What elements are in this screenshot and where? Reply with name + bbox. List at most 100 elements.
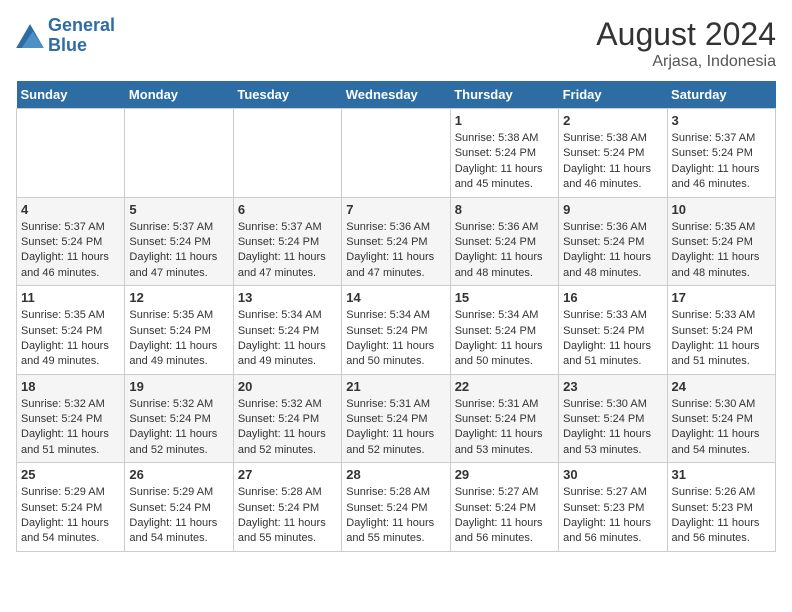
day-number: 28 bbox=[346, 467, 445, 482]
day-of-week-header: Wednesday bbox=[342, 81, 450, 109]
day-of-week-header: Friday bbox=[559, 81, 667, 109]
calendar-title: August 2024 bbox=[596, 16, 776, 53]
day-info: Sunrise: 5:34 AMSunset: 5:24 PMDaylight:… bbox=[346, 308, 445, 370]
calendar-week-row: 18 Sunrise: 5:32 AMSunset: 5:24 PMDayligh… bbox=[17, 374, 776, 463]
day-of-week-header: Tuesday bbox=[233, 81, 341, 109]
day-of-week-header: Thursday bbox=[450, 81, 558, 109]
day-number: 8 bbox=[455, 202, 554, 217]
calendar-day-cell: 21Sunrise: 5:31 AMSunset: 5:24 PMDayligh… bbox=[342, 374, 450, 463]
day-info: Sunrise: 5:33 AMSunset: 5:24 PMDaylight:… bbox=[563, 308, 662, 370]
day-info: Sunrise: 5:38 AMSunset: 5:24 PMDaylight:… bbox=[455, 131, 554, 193]
logo: General Blue bbox=[16, 16, 115, 56]
day-of-week-header: Saturday bbox=[667, 81, 775, 109]
calendar-day-cell: 8Sunrise: 5:36 AMSunset: 5:24 PMDaylight… bbox=[450, 197, 558, 286]
logo-text: General Blue bbox=[48, 16, 115, 56]
day-number: 4 bbox=[21, 202, 120, 217]
day-number: 7 bbox=[346, 202, 445, 217]
calendar-day-cell: 9 Sunrise: 5:36 AMSunset: 5:24 PMDaylight… bbox=[559, 197, 667, 286]
day-info: Sunrise: 5:31 AMSunset: 5:24 PMDaylight:… bbox=[455, 397, 554, 459]
day-number: 23 bbox=[563, 379, 662, 394]
day-number: 9 bbox=[563, 202, 662, 217]
calendar-table: SundayMondayTuesdayWednesdayThursdayFrid… bbox=[16, 81, 776, 552]
day-number: 16 bbox=[563, 290, 662, 305]
day-info: Sunrise: 5:37 AMSunset: 5:24 PMDaylight:… bbox=[672, 131, 771, 193]
calendar-day-cell: 19 Sunrise: 5:32 AMSunset: 5:24 PMDayligh… bbox=[125, 374, 233, 463]
logo-icon bbox=[16, 24, 44, 48]
calendar-week-row: 11 Sunrise: 5:35 AMSunset: 5:24 PMDayligh… bbox=[17, 286, 776, 375]
day-info: Sunrise: 5:38 AMSunset: 5:24 PMDaylight:… bbox=[563, 131, 662, 193]
day-info: Sunrise: 5:27 AMSunset: 5:24 PMDaylight:… bbox=[455, 485, 554, 547]
calendar-day-cell: 12 Sunrise: 5:35 AMSunset: 5:24 PMDayligh… bbox=[125, 286, 233, 375]
day-of-week-header: Sunday bbox=[17, 81, 125, 109]
day-number: 14 bbox=[346, 290, 445, 305]
calendar-day-cell bbox=[17, 109, 125, 198]
day-number: 22 bbox=[455, 379, 554, 394]
calendar-day-cell: 24 Sunrise: 5:30 AMSunset: 5:24 PMDayligh… bbox=[667, 374, 775, 463]
day-info: Sunrise: 5:28 AMSunset: 5:24 PMDaylight:… bbox=[238, 485, 337, 547]
day-info: Sunrise: 5:33 AMSunset: 5:24 PMDaylight:… bbox=[672, 308, 771, 370]
day-number: 21 bbox=[346, 379, 445, 394]
day-number: 31 bbox=[672, 467, 771, 482]
calendar-day-cell: 17Sunrise: 5:33 AMSunset: 5:24 PMDayligh… bbox=[667, 286, 775, 375]
calendar-day-cell bbox=[233, 109, 341, 198]
calendar-day-cell: 16 Sunrise: 5:33 AMSunset: 5:24 PMDayligh… bbox=[559, 286, 667, 375]
day-info: Sunrise: 5:36 AMSunset: 5:24 PMDaylight:… bbox=[346, 220, 445, 282]
day-number: 18 bbox=[21, 379, 120, 394]
day-number: 12 bbox=[129, 290, 228, 305]
day-info: Sunrise: 5:37 AMSunset: 5:24 PMDaylight:… bbox=[21, 220, 120, 282]
calendar-day-cell: 25 Sunrise: 5:29 AMSunset: 5:24 PMDayligh… bbox=[17, 463, 125, 552]
calendar-day-cell: 27 Sunrise: 5:28 AMSunset: 5:24 PMDayligh… bbox=[233, 463, 341, 552]
day-info: Sunrise: 5:30 AMSunset: 5:24 PMDaylight:… bbox=[563, 397, 662, 459]
day-number: 2 bbox=[563, 113, 662, 128]
day-info: Sunrise: 5:32 AMSunset: 5:24 PMDaylight:… bbox=[129, 397, 228, 459]
calendar-day-cell: 13Sunrise: 5:34 AMSunset: 5:24 PMDayligh… bbox=[233, 286, 341, 375]
day-number: 24 bbox=[672, 379, 771, 394]
day-number: 27 bbox=[238, 467, 337, 482]
day-info: Sunrise: 5:32 AMSunset: 5:24 PMDaylight:… bbox=[238, 397, 337, 459]
day-info: Sunrise: 5:30 AMSunset: 5:24 PMDaylight:… bbox=[672, 397, 771, 459]
calendar-day-cell: 4 Sunrise: 5:37 AMSunset: 5:24 PMDaylight… bbox=[17, 197, 125, 286]
day-number: 10 bbox=[672, 202, 771, 217]
calendar-day-cell: 31Sunrise: 5:26 AMSunset: 5:23 PMDayligh… bbox=[667, 463, 775, 552]
calendar-day-cell: 7 Sunrise: 5:36 AMSunset: 5:24 PMDaylight… bbox=[342, 197, 450, 286]
calendar-day-cell: 18 Sunrise: 5:32 AMSunset: 5:24 PMDayligh… bbox=[17, 374, 125, 463]
day-info: Sunrise: 5:29 AMSunset: 5:24 PMDaylight:… bbox=[129, 485, 228, 547]
day-number: 11 bbox=[21, 290, 120, 305]
page-header: General Blue August 2024 Arjasa, Indones… bbox=[16, 16, 776, 71]
calendar-day-cell: 30 Sunrise: 5:27 AMSunset: 5:23 PMDayligh… bbox=[559, 463, 667, 552]
day-info: Sunrise: 5:35 AMSunset: 5:24 PMDaylight:… bbox=[21, 308, 120, 370]
calendar-day-cell: 22 Sunrise: 5:31 AMSunset: 5:24 PMDayligh… bbox=[450, 374, 558, 463]
calendar-day-cell: 10 Sunrise: 5:35 AMSunset: 5:24 PMDayligh… bbox=[667, 197, 775, 286]
calendar-body: 1 Sunrise: 5:38 AMSunset: 5:24 PMDaylight… bbox=[17, 109, 776, 552]
day-number: 29 bbox=[455, 467, 554, 482]
day-info: Sunrise: 5:37 AMSunset: 5:24 PMDaylight:… bbox=[129, 220, 228, 282]
day-number: 19 bbox=[129, 379, 228, 394]
logo-line2: Blue bbox=[48, 35, 87, 55]
calendar-header: SundayMondayTuesdayWednesdayThursdayFrid… bbox=[17, 81, 776, 109]
day-info: Sunrise: 5:29 AMSunset: 5:24 PMDaylight:… bbox=[21, 485, 120, 547]
day-number: 13 bbox=[238, 290, 337, 305]
day-number: 6 bbox=[238, 202, 337, 217]
day-number: 5 bbox=[129, 202, 228, 217]
calendar-day-cell: 3Sunrise: 5:37 AMSunset: 5:24 PMDaylight… bbox=[667, 109, 775, 198]
day-info: Sunrise: 5:34 AMSunset: 5:24 PMDaylight:… bbox=[455, 308, 554, 370]
day-info: Sunrise: 5:36 AMSunset: 5:24 PMDaylight:… bbox=[563, 220, 662, 282]
days-of-week-row: SundayMondayTuesdayWednesdayThursdayFrid… bbox=[17, 81, 776, 109]
calendar-day-cell: 15Sunrise: 5:34 AMSunset: 5:24 PMDayligh… bbox=[450, 286, 558, 375]
day-of-week-header: Monday bbox=[125, 81, 233, 109]
day-info: Sunrise: 5:35 AMSunset: 5:24 PMDaylight:… bbox=[129, 308, 228, 370]
day-info: Sunrise: 5:35 AMSunset: 5:24 PMDaylight:… bbox=[672, 220, 771, 282]
logo-line1: General bbox=[48, 15, 115, 35]
calendar-day-cell: 6 Sunrise: 5:37 AMSunset: 5:24 PMDaylight… bbox=[233, 197, 341, 286]
day-info: Sunrise: 5:37 AMSunset: 5:24 PMDaylight:… bbox=[238, 220, 337, 282]
day-number: 25 bbox=[21, 467, 120, 482]
day-number: 30 bbox=[563, 467, 662, 482]
day-info: Sunrise: 5:32 AMSunset: 5:24 PMDaylight:… bbox=[21, 397, 120, 459]
calendar-day-cell: 2 Sunrise: 5:38 AMSunset: 5:24 PMDaylight… bbox=[559, 109, 667, 198]
calendar-day-cell bbox=[342, 109, 450, 198]
calendar-day-cell: 26Sunrise: 5:29 AMSunset: 5:24 PMDayligh… bbox=[125, 463, 233, 552]
calendar-day-cell: 14 Sunrise: 5:34 AMSunset: 5:24 PMDayligh… bbox=[342, 286, 450, 375]
day-info: Sunrise: 5:28 AMSunset: 5:24 PMDaylight:… bbox=[346, 485, 445, 547]
day-number: 1 bbox=[455, 113, 554, 128]
day-info: Sunrise: 5:27 AMSunset: 5:23 PMDaylight:… bbox=[563, 485, 662, 547]
